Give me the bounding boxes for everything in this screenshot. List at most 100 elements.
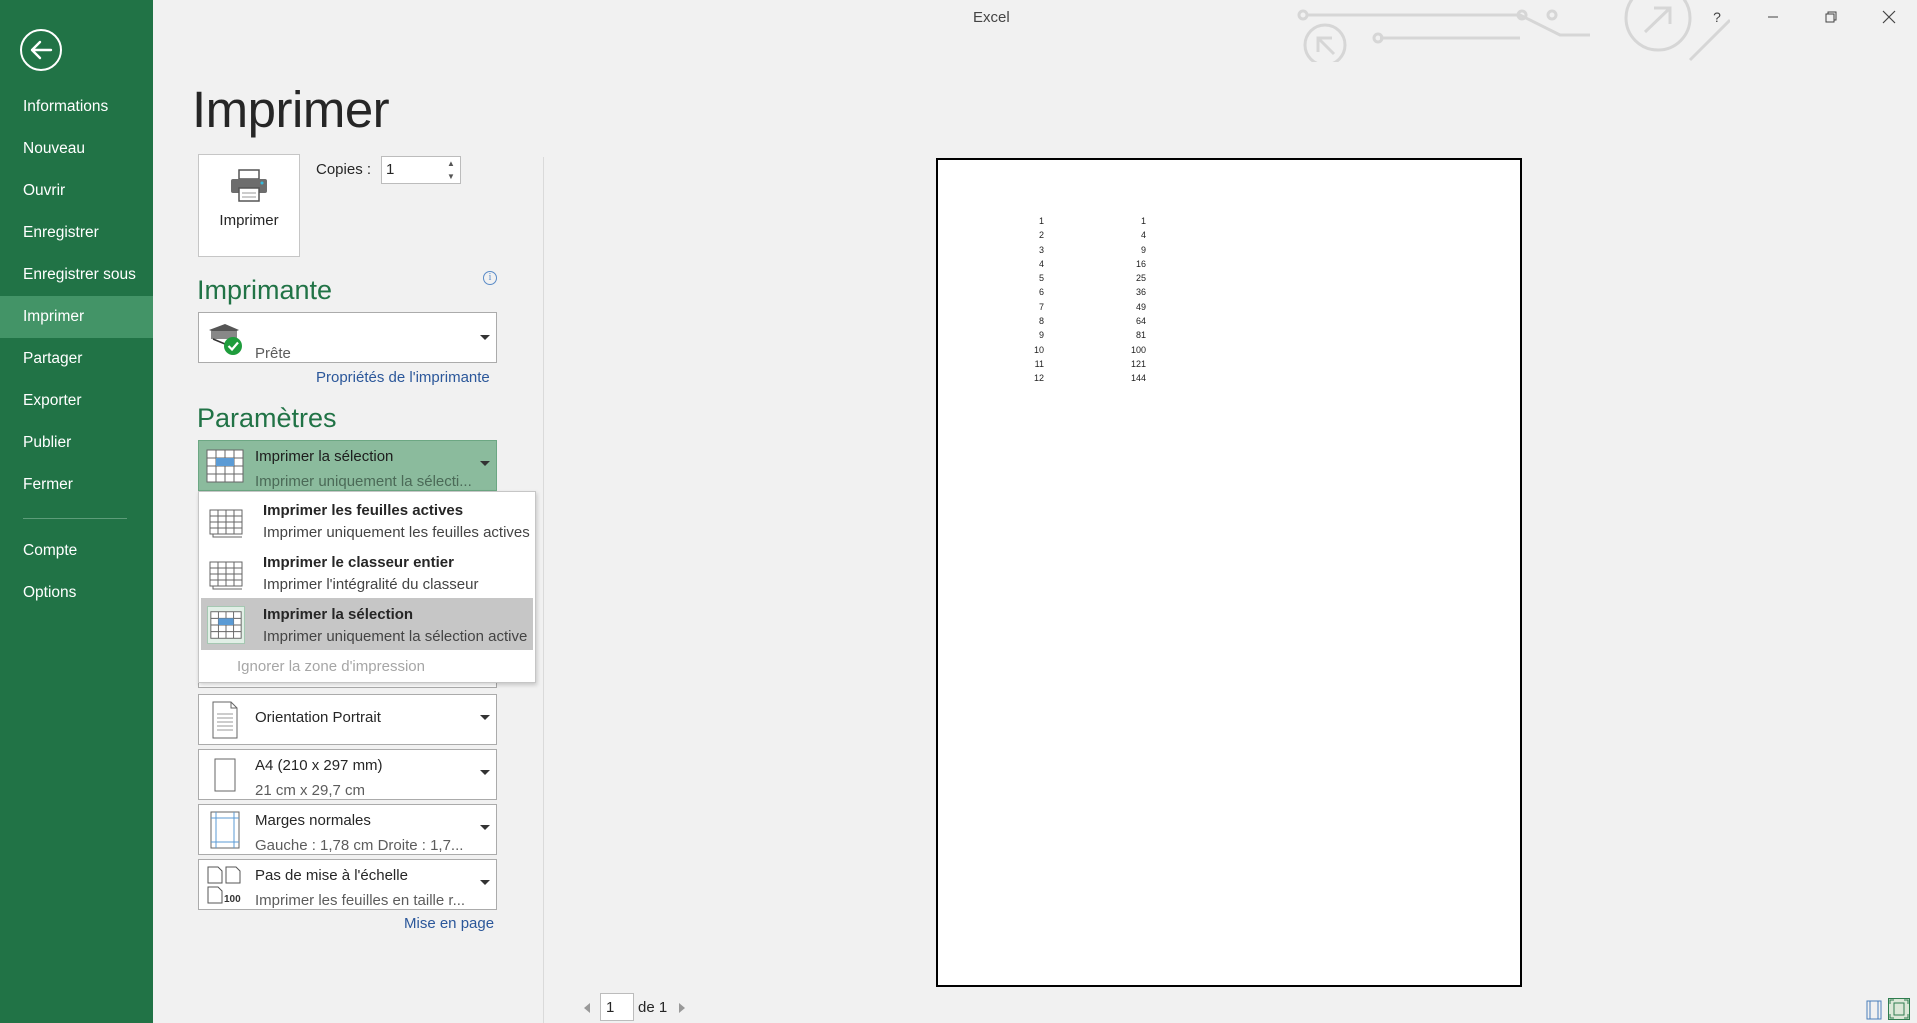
printer-section-title: Imprimante — [197, 275, 333, 305]
sheets-grid-icon — [209, 509, 243, 538]
scaling-dropdown[interactable]: 100 Pas de mise à l'échelle Imprimer les… — [198, 859, 497, 910]
sidebar-item-enregistrer[interactable]: Enregistrer — [0, 212, 153, 254]
table-row: 8 64 — [1028, 314, 1146, 328]
sidebar-item-options[interactable]: Options — [0, 572, 153, 614]
table-row: 9 81 — [1028, 328, 1146, 342]
orientation-title: Orientation Portrait — [255, 709, 381, 726]
print-button-label: Imprimer — [219, 212, 279, 229]
backstage-nav: Informations Nouveau Ouvrir Enregistrer … — [0, 86, 153, 614]
close-button[interactable] — [1866, 4, 1912, 30]
paper-size-title: A4 (210 x 297 mm) — [255, 757, 383, 774]
previous-page-icon[interactable] — [584, 1003, 590, 1013]
margins-title: Marges normales — [255, 812, 371, 829]
menu-item-active-sheets[interactable]: Imprimer les feuilles actives Imprimer u… — [201, 494, 533, 546]
back-arrow-icon[interactable] — [20, 29, 62, 71]
sidebar-item-partager[interactable]: Partager — [0, 338, 153, 380]
chevron-down-icon — [480, 715, 490, 720]
chevron-down-icon — [480, 335, 490, 340]
table-row: 4 16 — [1028, 257, 1146, 271]
paper-size-subtitle: 21 cm x 29,7 cm — [255, 782, 366, 799]
cell-b: 1 — [1140, 216, 1146, 226]
sidebar-divider — [23, 518, 127, 519]
paper-size-dropdown[interactable]: A4 (210 x 297 mm) 21 cm x 29,7 cm — [198, 749, 497, 800]
panel-divider — [543, 157, 544, 1023]
sidebar-item-enregistrer-sous[interactable]: Enregistrer sous — [0, 254, 153, 296]
table-row: 7 49 — [1028, 300, 1146, 314]
print-what-subtitle: Imprimer uniquement la sélecti... — [255, 473, 472, 490]
margins-dropdown[interactable]: Marges normales Gauche : 1,78 cm Droite … — [198, 804, 497, 855]
chevron-down-icon — [480, 770, 490, 775]
menu-item-entire-workbook[interactable]: Imprimer le classeur entier Imprimer l'i… — [201, 546, 533, 598]
print-what-dropdown[interactable]: Imprimer la sélection Imprimer uniquemen… — [198, 440, 497, 491]
sidebar-item-ouvrir[interactable]: Ouvrir — [0, 170, 153, 212]
portrait-page-icon — [212, 701, 238, 739]
print-what-title: Imprimer la sélection — [255, 448, 394, 465]
help-button[interactable]: ? — [1694, 4, 1740, 30]
sidebar-item-nouveau[interactable]: Nouveau — [0, 128, 153, 170]
cell-a: 1 — [1038, 216, 1044, 226]
sidebar-item-exporter[interactable]: Exporter — [0, 380, 153, 422]
page-count-label: de 1 — [638, 999, 668, 1016]
scaling-title: Pas de mise à l'échelle — [255, 867, 408, 884]
menu-item-selection[interactable]: Imprimer la sélection Imprimer uniquemen… — [201, 598, 533, 650]
cell-b: 81 — [1135, 330, 1146, 341]
next-page-icon[interactable] — [679, 1003, 685, 1013]
scaling-icon-text: 100 — [224, 894, 241, 905]
no-scaling-icon: 100 — [207, 866, 241, 905]
table-row: 5 25 — [1028, 271, 1146, 285]
page-setup-link[interactable]: Mise en page — [404, 915, 494, 932]
info-icon[interactable]: i — [483, 271, 497, 285]
menu-item-subtitle: Imprimer l'intégralité du classeur — [263, 576, 479, 593]
sidebar-item-imprimer[interactable]: Imprimer — [0, 296, 153, 338]
table-row: 11 — [1028, 214, 1146, 228]
sidebar-item-compte[interactable]: Compte — [0, 530, 153, 572]
zoom-to-page-icon — [1889, 999, 1909, 1019]
copies-label: Copies : — [316, 161, 372, 178]
page-title: Imprimer — [192, 81, 390, 138]
show-margins-icon — [1866, 1000, 1882, 1020]
menu-item-subtitle: Imprimer uniquement les feuilles actives — [263, 524, 530, 541]
sidebar-item-informations[interactable]: Informations — [0, 86, 153, 128]
copies-input[interactable] — [386, 161, 436, 178]
scaling-subtitle: Imprimer les feuilles en taille r... — [255, 892, 466, 909]
ignore-print-area-option: Ignorer la zone d'impression — [237, 658, 425, 675]
spin-down-icon[interactable]: ▼ — [445, 171, 457, 183]
window-title: Excel — [973, 9, 1010, 26]
cell-a: 3 — [1038, 244, 1044, 255]
margins-icon — [210, 811, 240, 849]
zoom-to-page-button[interactable] — [1888, 998, 1910, 1020]
cell-b: 100 — [1130, 344, 1146, 355]
chevron-down-icon — [480, 461, 490, 466]
cell-a: 6 — [1038, 287, 1044, 298]
preview-table: 11 24 39 4 16 5 25 6 36 7 49 8 64 9 81 10 100 1… — [1028, 214, 1146, 386]
print-button[interactable]: Imprimer — [198, 154, 300, 257]
cell-b: 36 — [1135, 287, 1146, 298]
sidebar-item-fermer[interactable]: Fermer — [0, 464, 153, 506]
table-row: 6 36 — [1028, 285, 1146, 299]
table-row: 39 — [1028, 243, 1146, 257]
cell-a: 11 — [1034, 358, 1044, 369]
table-row: 24 — [1028, 228, 1146, 242]
show-margins-button[interactable] — [1862, 998, 1884, 1020]
cell-b: 9 — [1140, 244, 1146, 255]
copies-stepper[interactable]: ▲ ▼ — [381, 156, 461, 184]
restore-button[interactable] — [1808, 4, 1854, 30]
cell-a: 7 — [1038, 301, 1044, 312]
cell-b: 4 — [1140, 230, 1146, 241]
menu-item-title: Imprimer le classeur entier — [263, 554, 454, 571]
table-row: 11 121 — [1028, 357, 1146, 371]
backstage-sidebar: Informations Nouveau Ouvrir Enregistrer … — [0, 0, 153, 1023]
printer-properties-link[interactable]: Propriétés de l'imprimante — [316, 369, 490, 386]
sidebar-item-publier[interactable]: Publier — [0, 422, 153, 464]
printer-ready-icon — [209, 324, 242, 355]
cell-a: 10 — [1033, 344, 1044, 355]
orientation-dropdown[interactable]: Orientation Portrait — [198, 694, 497, 745]
page-number-input[interactable]: 1 — [600, 993, 634, 1021]
printer-dropdown[interactable]: Prête — [198, 312, 497, 363]
cell-a: 4 — [1038, 258, 1044, 269]
minimize-button[interactable] — [1750, 4, 1796, 30]
table-row: 12 144 — [1028, 371, 1146, 385]
cell-b: 49 — [1135, 301, 1146, 312]
spin-up-icon[interactable]: ▲ — [445, 158, 457, 170]
chevron-down-icon — [480, 880, 490, 885]
